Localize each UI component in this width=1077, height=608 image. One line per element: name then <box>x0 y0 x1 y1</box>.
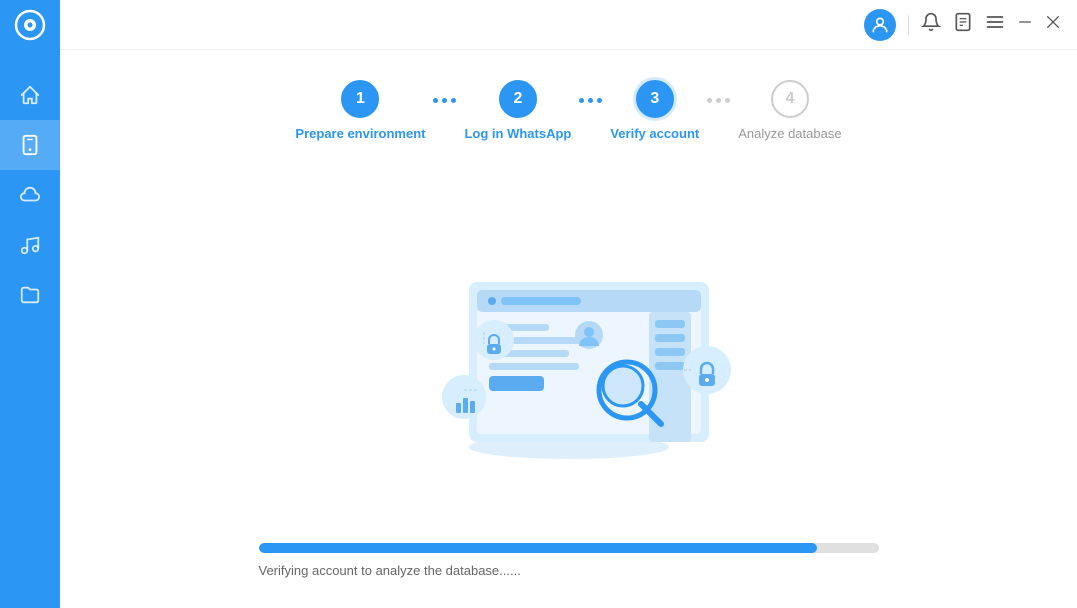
step-2-circle: 2 <box>499 80 537 118</box>
doc-icon[interactable] <box>953 12 973 37</box>
dot <box>725 98 730 103</box>
sidebar-item-music[interactable] <box>0 220 60 270</box>
progress-bar-background <box>259 543 879 553</box>
step-4-label: Analyze database <box>738 126 841 141</box>
titlebar-divider <box>908 15 909 35</box>
step-3-label: Verify account <box>610 126 699 141</box>
dot <box>588 98 593 103</box>
monitor-svg <box>379 222 759 472</box>
minimize-icon[interactable] <box>1017 14 1033 35</box>
step-4: 4 Analyze database <box>738 80 841 141</box>
dot <box>433 98 438 103</box>
dot <box>597 98 602 103</box>
step-1-label: Prepare environment <box>295 126 425 141</box>
app-logo <box>0 0 60 50</box>
step-2-label: Log in WhatsApp <box>464 126 571 141</box>
step-1-circle: 1 <box>341 80 379 118</box>
sidebar-item-files[interactable] <box>0 270 60 320</box>
sidebar-item-home[interactable] <box>0 70 60 120</box>
connector-1-2 <box>425 98 464 103</box>
step-2: 2 Log in WhatsApp <box>464 80 571 141</box>
titlebar <box>60 0 1077 50</box>
step-3: 3 Verify account <box>610 80 699 141</box>
progress-bar-fill <box>259 543 817 553</box>
connector-3-4 <box>699 98 738 103</box>
menu-icon[interactable] <box>985 12 1005 37</box>
step-3-circle: 3 <box>636 80 674 118</box>
sidebar-item-cloud[interactable] <box>0 170 60 220</box>
illustration-area <box>100 171 1037 523</box>
step-4-circle: 4 <box>771 80 809 118</box>
sidebar <box>0 0 60 608</box>
dot <box>707 98 712 103</box>
close-icon[interactable] <box>1045 14 1061 35</box>
dot <box>579 98 584 103</box>
dot <box>716 98 721 103</box>
bell-icon[interactable] <box>921 12 941 37</box>
user-avatar[interactable] <box>864 9 896 41</box>
dot <box>442 98 447 103</box>
connector-2-3 <box>571 98 610 103</box>
progress-text: Verifying account to analyze the databas… <box>259 563 879 578</box>
main-content: 1 Prepare environment 2 Log in WhatsApp <box>60 0 1077 608</box>
page-content: 1 Prepare environment 2 Log in WhatsApp <box>60 50 1077 608</box>
dot <box>451 98 456 103</box>
steps-progress: 1 Prepare environment 2 Log in WhatsApp <box>100 80 1037 141</box>
step-1: 1 Prepare environment <box>295 80 425 141</box>
progress-container: Verifying account to analyze the databas… <box>259 543 879 578</box>
sidebar-item-device[interactable] <box>0 120 60 170</box>
